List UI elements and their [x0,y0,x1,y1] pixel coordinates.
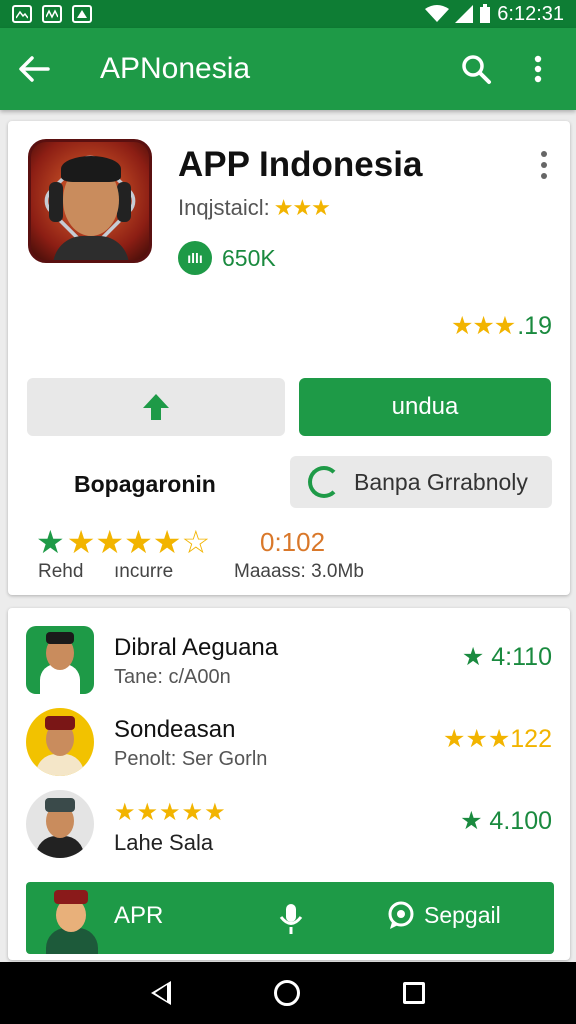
list-item-subtitle: Penolt: Ser Gorln [114,748,268,770]
downloads: ıllı 650K [178,241,276,275]
stat-stars-value: ★★★★☆ [66,524,211,560]
recents-icon[interactable] [402,982,425,1004]
media-icon [42,5,62,23]
downloads-icon: ıllı [178,241,212,275]
battery-icon [480,4,491,23]
app-icon-image[interactable] [28,139,152,263]
developer-line[interactable]: Inqjstaicl: ★★★ [178,195,331,221]
stat-label-2: ıncurre [114,561,174,582]
list-item[interactable]: ★★★★★ Lahe Sala ★ 4.100 [26,790,556,862]
back-icon[interactable] [151,981,172,1005]
list-item-title: Dibral Aeguana [114,634,279,661]
mic-icon[interactable] [276,902,306,936]
stat-stars: ★ ★★★★☆ [36,523,210,561]
avatar [26,708,94,776]
developer-name: Inqjstaicl: [178,195,270,220]
developer-stars: ★★★ [273,195,331,220]
image-icon [12,5,32,23]
chat-icon [388,901,414,929]
arrow-up-icon [143,394,169,420]
stat-star-green: ★ [36,524,65,560]
wifi-icon [425,5,450,22]
app-icon [72,5,92,23]
app-detail-card: APP Indonesia Inqjstaicl: ★★★ ıllı 650K … [8,121,570,595]
avatar [26,626,94,694]
app-bar-title: APNonesia [100,52,251,85]
status-time: 6:12:31 [497,2,564,25]
banner-title: APR [114,902,164,929]
secondary-action-button[interactable]: Banpa Grrabnoly [290,456,552,508]
hair [61,156,121,182]
status-bar: 6:12:31 [0,0,576,28]
list-item[interactable]: Sondeasan Penolt: Ser Gorln ★★★122 [26,708,556,780]
upvote-button[interactable] [27,378,285,436]
home-icon[interactable] [273,980,300,1006]
search-icon[interactable] [456,49,496,89]
card-more-icon[interactable] [538,151,550,179]
signal-icon [455,5,474,23]
secondary-action-label: Banpa Grrabnoly [354,468,528,495]
stat-label-1: Rehd [38,561,84,582]
list-item-rating: ★ 4:110 [461,643,552,671]
rating-stars: ★★★ [450,312,516,340]
app-title: APP Indonesia [178,145,423,184]
stat-count: 0:102 [260,527,326,557]
banner-action-label: Sepgail [424,901,501,928]
category-label: Bopagaronin [74,471,216,497]
banner-avatar [40,886,104,954]
related-apps-card: Dibral Aeguana Tane: c/A00n ★ 4:110 Sond… [8,608,570,960]
bottom-banner[interactable]: APR Sepgail [26,882,554,954]
refresh-icon [308,466,340,498]
arrow-back-icon[interactable] [18,49,58,89]
headphone-left [49,182,63,222]
list-item-subtitle: Lahe Sala [114,830,214,855]
rating-value: .19 [517,311,552,340]
list-item-rating: ★★★122 [443,725,552,753]
avatar [26,790,94,858]
app-bar: APNonesia [0,28,576,110]
shoulders [53,236,129,260]
more-vert-icon[interactable] [518,49,558,89]
list-item[interactable]: Dibral Aeguana Tane: c/A00n ★ 4:110 [26,626,556,698]
rating-summary: ★★★ .19 [451,311,552,341]
install-button[interactable]: undua [299,378,551,436]
list-item-title: Sondeasan [114,716,236,743]
stat-label-3: Maaass: 3.0Mb [234,561,364,582]
list-item-subtitle: Tane: c/A00n [114,666,231,688]
headphone-right [117,182,131,222]
list-item-rating: ★ 4.100 [460,807,552,835]
downloads-count: 650K [222,244,276,271]
banner-action-button[interactable]: Sepgail [386,900,501,930]
list-item-stars: ★★★★★ [114,799,227,826]
system-nav-bar [0,962,576,1024]
